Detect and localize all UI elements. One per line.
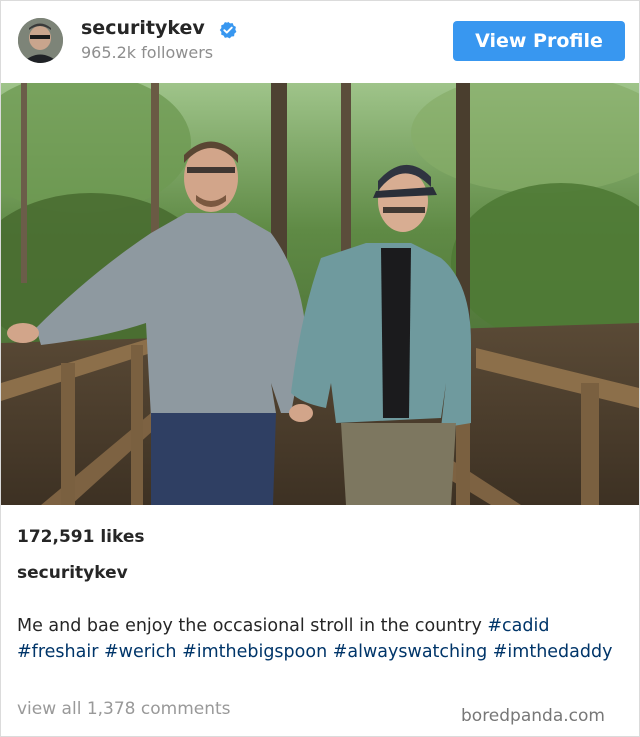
hashtag-link[interactable]: #cadid (487, 616, 549, 636)
view-comments-link[interactable]: view all 1,378 comments (17, 699, 231, 719)
post-photo[interactable] (1, 83, 639, 505)
view-profile-button[interactable]: View Profile (453, 21, 625, 61)
source-watermark: boredpanda.com (461, 706, 605, 726)
profile-avatar[interactable] (18, 18, 63, 63)
hashtag-link[interactable]: #imthedaddy (493, 642, 613, 662)
post-caption: Me and bae enjoy the occasional stroll i… (17, 613, 617, 665)
post-header: securitykev 965.2k followers View Profil… (1, 1, 639, 83)
likes-count[interactable]: 172,591 likes (17, 527, 145, 547)
caption-username[interactable]: securitykev (17, 563, 128, 583)
hashtag-link[interactable]: #werich (104, 642, 177, 662)
instagram-post-card: securitykev 965.2k followers View Profil… (0, 0, 640, 737)
hashtag-link[interactable]: #freshair (17, 642, 98, 662)
verified-badge-icon (219, 21, 237, 39)
follower-count: 965.2k followers (81, 43, 214, 62)
username[interactable]: securitykev (81, 17, 205, 39)
hashtag-link[interactable]: #imthebigspoon (182, 642, 327, 662)
hashtag-link[interactable]: #alwayswatching (333, 642, 487, 662)
caption-text: Me and bae enjoy the occasional stroll i… (17, 616, 482, 636)
